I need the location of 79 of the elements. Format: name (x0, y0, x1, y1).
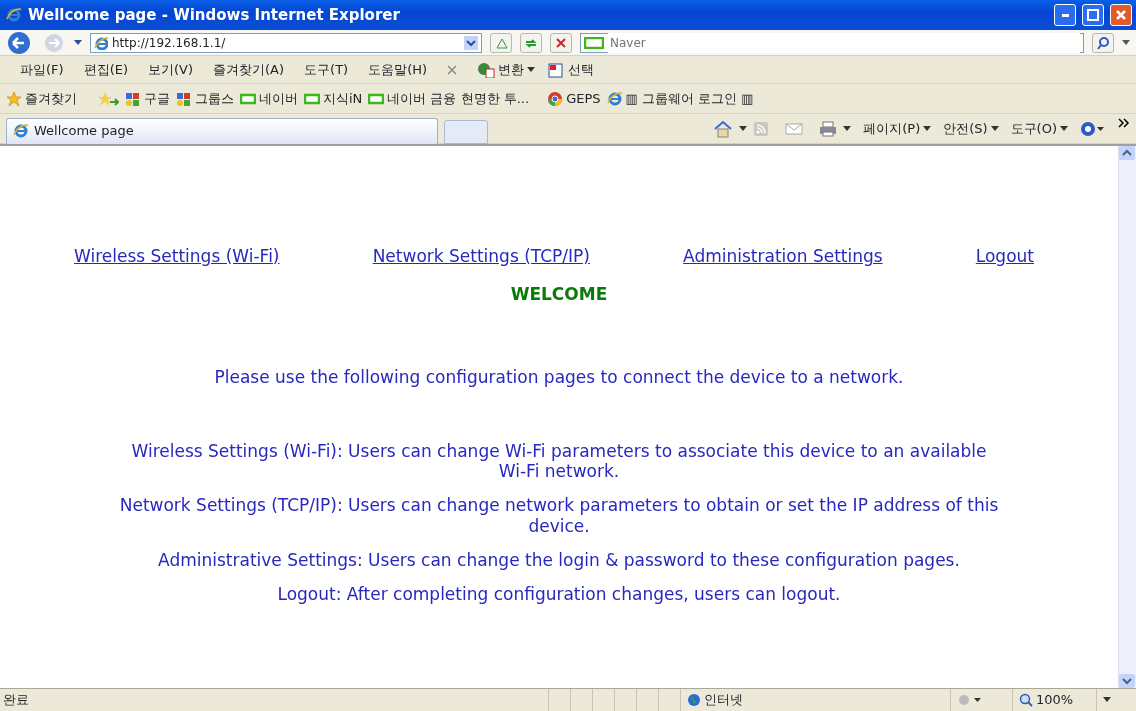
command-menu[interactable]: 안전(S) (943, 118, 999, 139)
dropdown-icon[interactable] (1103, 697, 1111, 703)
zoom-button[interactable]: 100% (1012, 689, 1096, 711)
favorite-link[interactable]: 구글 (125, 88, 170, 109)
dropdown-icon (527, 66, 536, 73)
menu-item[interactable]: 보기(V) (148, 59, 194, 80)
maximize-icon (1087, 9, 1099, 21)
menu-item[interactable]: 도구(T) (304, 59, 349, 80)
command-menu[interactable]: 도구(O) (1010, 118, 1068, 139)
favorite-link[interactable]: 네이버 금융 현명한 투... (368, 88, 530, 109)
nav-link[interactable]: Network Settings (TCP/IP) (372, 244, 590, 270)
intro-text: Please use the following configuration pages to connect the device to a network. (213, 366, 905, 389)
refresh-button[interactable] (520, 32, 542, 53)
star-icon (6, 90, 22, 107)
menu-item[interactable]: 파일(F) (20, 59, 64, 80)
chrome-icon (547, 90, 564, 107)
add-favorite-icon[interactable] (97, 90, 119, 107)
nav-link[interactable]: Logout (975, 244, 1034, 270)
zone-text: 인터넷 (704, 691, 743, 710)
chevron-icon[interactable] (1118, 118, 1130, 128)
dropdown-icon (1060, 125, 1068, 132)
dropdown-icon[interactable] (464, 35, 478, 50)
address-field[interactable]: http://192.168.1.1/ (90, 32, 482, 53)
stop-icon (554, 35, 568, 50)
minimize-button[interactable] (1054, 4, 1076, 26)
menu-item[interactable]: 즐겨찾기(A) (213, 59, 285, 80)
dropdown-icon (923, 125, 932, 132)
nav-link[interactable]: Wireless Settings (Wi-Fi) (74, 244, 280, 270)
description-text: Logout: After completing configuration changes, users can logout. (276, 584, 842, 605)
naver-icon (584, 36, 604, 49)
favorite-link[interactable]: 네이버 (240, 88, 298, 109)
description-text: Network Settings (TCP/IP): Users can change network parameters to obtain or set the IP address of this device. (119, 495, 999, 537)
favorite-link[interactable]: 지식iN (304, 88, 363, 109)
help-icon[interactable] (1080, 120, 1104, 137)
maximize-button[interactable] (1082, 4, 1104, 26)
search-field[interactable]: Naver (580, 32, 1084, 53)
convert-button[interactable]: 선택 (547, 59, 595, 80)
globe-document-icon (477, 61, 496, 78)
ie-logo-icon (6, 7, 22, 23)
welcome-heading: WELCOME (509, 282, 609, 306)
dropdown-icon (990, 125, 999, 132)
zoom-icon (1019, 693, 1033, 707)
description-text: Administrative Settings: Users can change the login & password to these configuration pages. (157, 550, 961, 571)
google-icon (125, 90, 141, 107)
search-button[interactable] (1092, 32, 1114, 53)
menu-item[interactable]: 도움말(H) (368, 59, 428, 80)
dropdown-icon[interactable] (74, 39, 82, 46)
convert-button[interactable]: 변환 (477, 59, 536, 80)
ie-page-icon (606, 90, 623, 107)
home-icon[interactable] (713, 119, 734, 138)
favorite-link[interactable]: GEPS (547, 88, 601, 109)
ie-logo-icon (13, 123, 29, 139)
window-title: Wellcome page - Windows Internet Explorer (28, 4, 401, 26)
dropdown-icon[interactable] (843, 125, 852, 132)
favorites-button[interactable]: 즐겨찾기 (6, 88, 77, 109)
favorite-link[interactable]: 그룹스 (176, 88, 234, 109)
status-text: 완료 (3, 691, 29, 710)
globe-icon (687, 693, 701, 707)
close-button[interactable] (1110, 4, 1132, 26)
dropdown-icon[interactable] (739, 125, 748, 132)
print-icon[interactable] (819, 120, 838, 137)
search-icon (1096, 35, 1110, 50)
close-icon[interactable] (447, 64, 458, 75)
document-icon (547, 61, 566, 78)
command-menu[interactable]: 페이지(P) (863, 118, 932, 139)
scrollbar[interactable] (1118, 146, 1136, 688)
compatibility-button[interactable] (490, 32, 512, 53)
description-text: Wireless Settings (Wi-Fi): Users can change Wi-Fi parameters to associate this device to an available Wi-Fi network. (130, 440, 988, 482)
minimize-icon (1061, 13, 1069, 17)
browser-tab[interactable]: Wellcome page (6, 117, 438, 144)
close-icon (1115, 9, 1127, 21)
dropdown-icon[interactable] (1122, 39, 1130, 46)
favorite-link[interactable]: ▥ 그룹웨어 로그인 ▥ (606, 88, 754, 109)
address-text: http://192.168.1.1/ (112, 34, 227, 52)
google-icon (176, 90, 192, 107)
nav-link[interactable]: Administration Settings (683, 244, 883, 270)
page-icon (94, 35, 108, 50)
stop-button[interactable] (550, 32, 572, 53)
menu-item[interactable]: 편집(E) (83, 59, 128, 80)
